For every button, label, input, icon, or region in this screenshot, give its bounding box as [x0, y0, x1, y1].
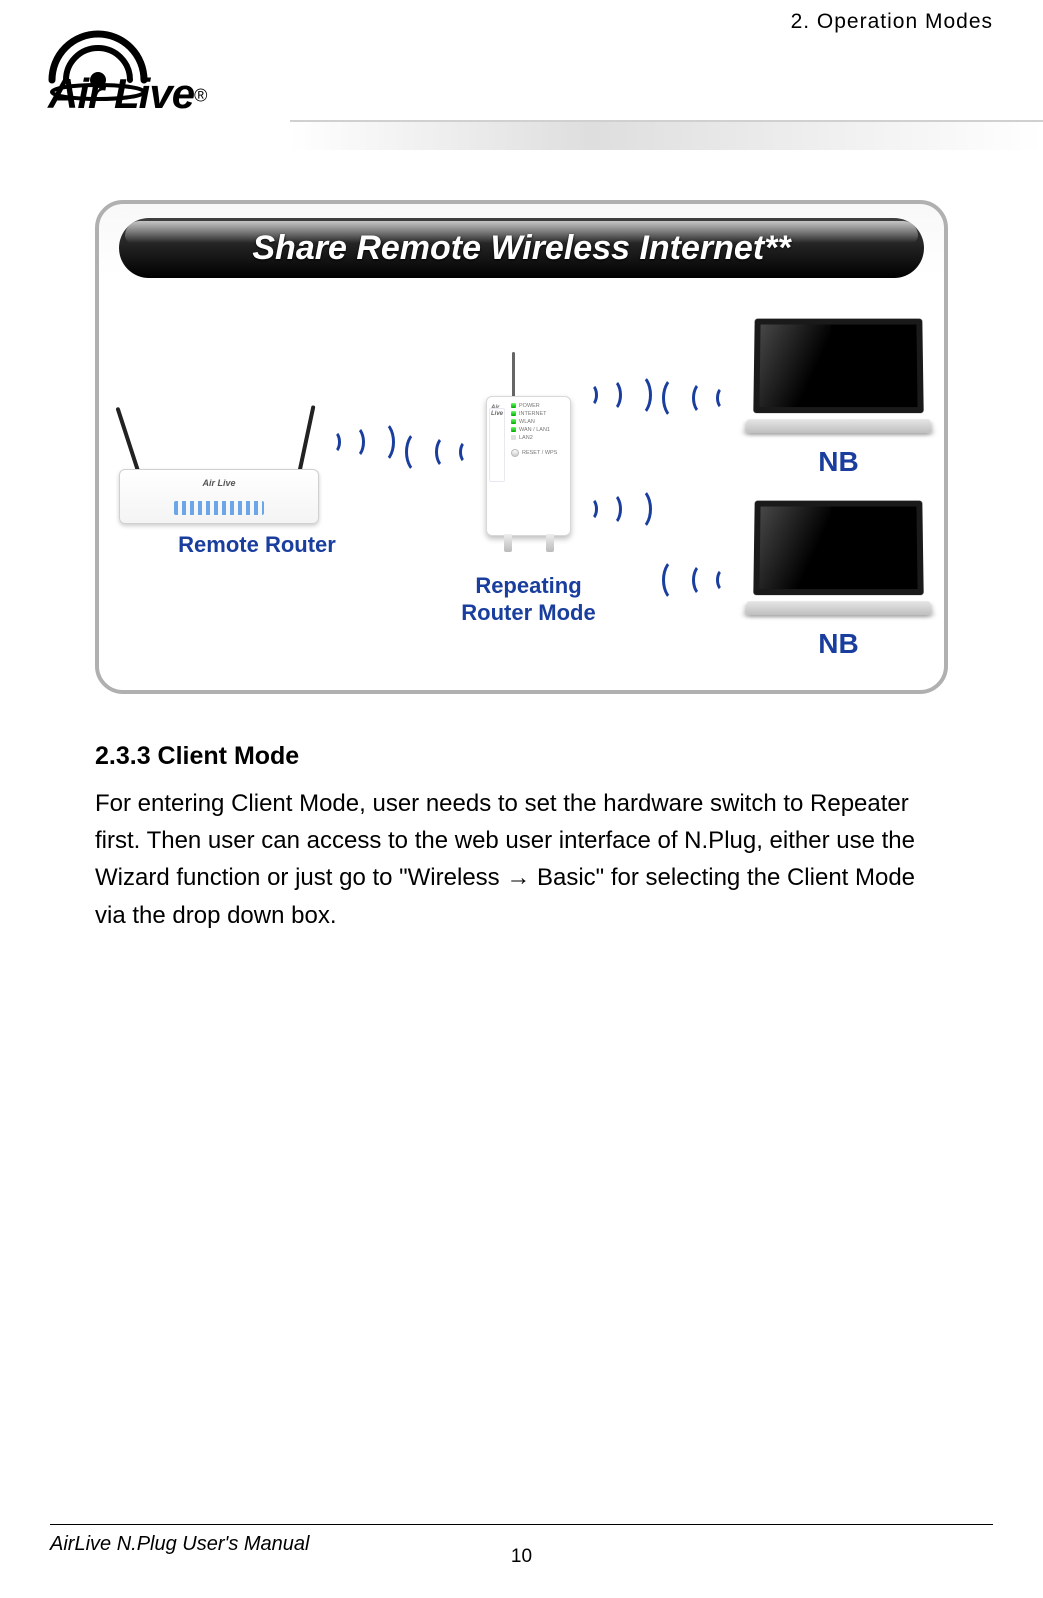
footer-manual-title: AirLive N.Plug User's Manual	[50, 1533, 309, 1564]
reset-label: RESET / WPS	[522, 450, 557, 456]
footer-page-number: 10	[511, 1546, 532, 1568]
plug-device-logo: Air Live	[491, 405, 507, 417]
laptop-label: NB	[818, 628, 858, 660]
laptop-illustration	[746, 500, 931, 620]
section-body: For entering Client Mode, user needs to …	[95, 785, 948, 934]
diagram-banner-text: Share Remote Wireless Internet**	[252, 229, 790, 268]
laptop-illustration	[746, 318, 931, 438]
wifi-waves-icon	[662, 558, 732, 602]
repeating-mode-label: Repeating Router Mode	[461, 572, 595, 627]
wifi-waves-icon	[405, 430, 475, 474]
page-footer: AirLive N.Plug User's Manual 10	[50, 1524, 993, 1564]
plug-device-illustration: Air Live POWER INTERNET WLAN WAN / LAN1 …	[481, 352, 576, 552]
led-label: WAN / LAN1	[519, 427, 550, 433]
repeater-device-group: Air Live POWER INTERNET WLAN WAN / LAN1 …	[405, 352, 652, 627]
wifi-waves-icon	[582, 373, 652, 417]
brand-logo: Air Live®	[40, 30, 290, 120]
client-devices-group: NB NB	[662, 318, 931, 660]
laptop-label: NB	[818, 446, 858, 478]
led-label: POWER	[519, 403, 540, 409]
remote-router-label: Remote Router	[178, 532, 336, 558]
wifi-waves-icon	[582, 487, 652, 531]
logo-text: Air Live	[48, 70, 194, 117]
router-illustration: Air Live	[119, 434, 319, 524]
router-device-logo: Air Live	[202, 478, 235, 488]
wifi-waves-icon	[325, 420, 395, 464]
wifi-waves-icon	[662, 376, 732, 420]
header-divider	[290, 120, 1043, 150]
led-panel: POWER INTERNET WLAN WAN / LAN1 LAN2 RESE…	[511, 401, 566, 531]
registered-mark: ®	[194, 86, 207, 106]
led-label: INTERNET	[519, 411, 547, 417]
chapter-header: 2. Operation Modes	[791, 10, 993, 34]
diagram-banner: Share Remote Wireless Internet**	[119, 218, 924, 278]
led-label: WLAN	[519, 419, 535, 425]
led-label: LAN2	[519, 435, 533, 441]
remote-router-group: Air Live Remote Router	[119, 420, 395, 558]
diagram-frame: Share Remote Wireless Internet** Air Liv…	[95, 200, 948, 694]
section-heading: 2.3.3 Client Mode	[95, 742, 948, 771]
